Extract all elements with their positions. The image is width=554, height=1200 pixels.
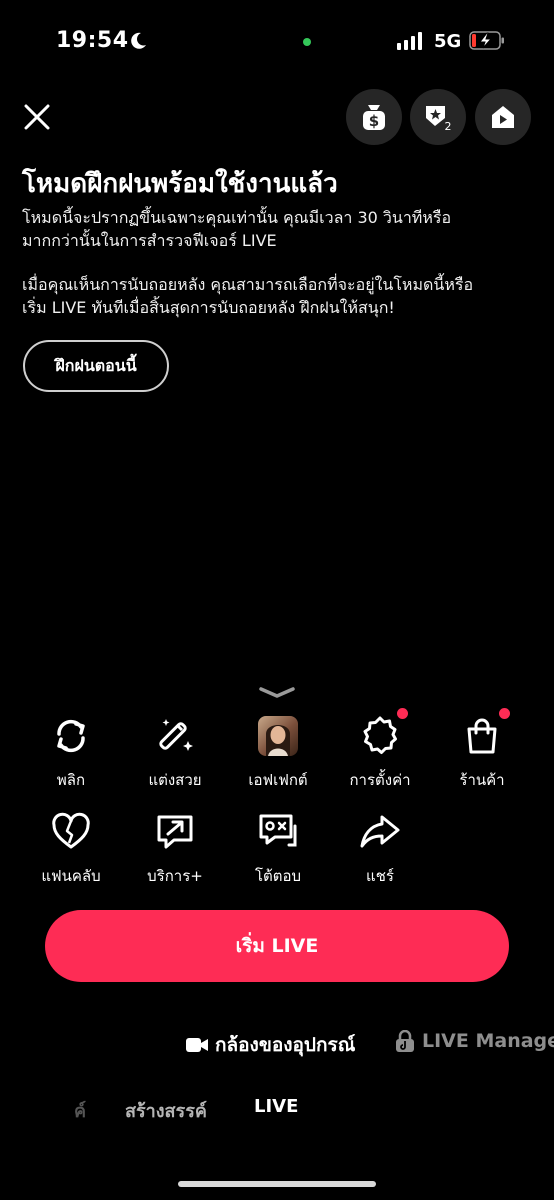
go-live-button[interactable]: เริ่ม LIVE [45, 910, 509, 982]
tool-beauty[interactable]: แต่งสวย [125, 714, 225, 792]
tool-effects-label: เอฟเฟกต์ [248, 771, 308, 789]
battery-charging-icon [469, 31, 504, 50]
tool-flip[interactable]: พลิก [21, 714, 121, 792]
home-play-button[interactable] [475, 89, 531, 145]
promote-chat-icon [157, 815, 193, 849]
description-line-1: โหมดนี้จะปรากฏขึ้นเฉพาะคุณเท่านั้น คุณมี… [22, 208, 452, 227]
dollar-bag-icon: $ [363, 105, 385, 130]
home-indicator[interactable] [178, 1181, 376, 1187]
interaction-chat-icon [259, 814, 297, 847]
live-manager-label: LIVE Manage [422, 1030, 554, 1052]
description-line-2: มากกว่านั้นในการสำรวจฟีเจอร์ LIVE [22, 231, 277, 250]
tool-shop-label: ร้านค้า [459, 771, 505, 789]
practice-mode-title: โหมดฝึกฝนพร้อมใช้งานแล้ว [22, 169, 338, 199]
network-type: 5G [434, 31, 462, 52]
lock-app-icon [396, 1030, 414, 1052]
rank-button[interactable]: 2 [410, 89, 466, 145]
settings-notification-dot [397, 708, 408, 719]
tool-shop[interactable]: ร้านค้า [432, 708, 532, 792]
device-camera-label: กล้องของอุปกรณ์ [215, 1034, 356, 1056]
effect-thumbnail-avatar [258, 716, 298, 756]
share-arrow-icon [360, 815, 400, 848]
mode-tab-partial[interactable]: ค์ [74, 1096, 86, 1125]
tool-fanclub[interactable]: แฟนคลับ [21, 810, 121, 888]
home-play-icon [492, 106, 514, 128]
tool-fanclub-label: แฟนคลับ [41, 867, 101, 885]
tool-flip-label: พลิก [56, 771, 86, 789]
flip-camera-icon [57, 719, 85, 753]
status-time: 19:54 [56, 28, 129, 53]
close-icon[interactable] [22, 102, 52, 132]
tool-interact[interactable]: โต้ตอบ [228, 810, 328, 888]
tool-share[interactable]: แชร์ [330, 810, 430, 888]
video-camera-icon [186, 1038, 208, 1052]
gear-icon [363, 716, 397, 754]
chevron-down-icon[interactable] [258, 686, 296, 700]
svg-text:$: $ [369, 112, 379, 130]
heart-icon [52, 812, 90, 849]
signal-icon [397, 32, 422, 50]
practice-now-button[interactable]: ฝึกฝนตอนนี้ [23, 340, 169, 392]
device-camera-option[interactable]: กล้องของอุปกรณ์ [185, 1030, 355, 1060]
coin-bag-button[interactable]: $ [346, 89, 402, 145]
moon-icon [131, 32, 146, 49]
rank-shield-icon: 2 [426, 106, 452, 132]
tool-share-label: แชร์ [366, 867, 394, 885]
mode-tab-live[interactable]: LIVE [254, 1096, 298, 1117]
tool-beauty-label: แต่งสวย [148, 771, 202, 789]
tool-services[interactable]: บริการ+ [125, 810, 225, 888]
privacy-indicator-dot [303, 38, 311, 46]
svg-text:2: 2 [445, 120, 452, 132]
description-line-4: เริ่ม LIVE ทันทีเมื่อสิ้นสุดการนับถอยหลั… [22, 298, 395, 317]
live-manager-option[interactable]: LIVE Manage [395, 1030, 554, 1052]
tool-interact-label: โต้ตอบ [254, 867, 302, 885]
mode-tab-create[interactable]: สร้างสรรค์ [125, 1096, 207, 1125]
shopping-bag-icon [467, 718, 497, 754]
tool-settings-label: การตั้งค่า [349, 771, 411, 789]
tool-settings[interactable]: การตั้งค่า [330, 708, 430, 792]
tool-services-label: บริการ+ [147, 867, 203, 885]
magic-wand-icon [159, 719, 193, 751]
tool-effects[interactable]: เอฟเฟกต์ [228, 714, 328, 792]
shop-notification-dot [499, 708, 510, 719]
description-line-3: เมื่อคุณเห็นการนับถอยหลัง คุณสามารถเลือก… [22, 275, 474, 294]
